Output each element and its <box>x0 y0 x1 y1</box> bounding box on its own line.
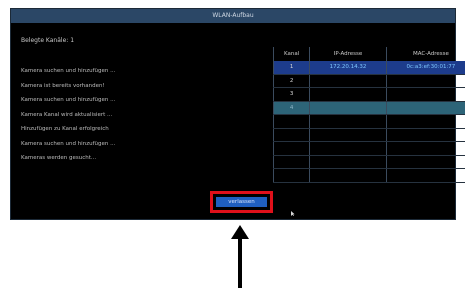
cell-ip: 172.20.14.32 <box>309 61 387 75</box>
log-line: Kameras werden gesucht... <box>21 155 97 161</box>
cell-ip <box>309 155 387 169</box>
cell-mac <box>385 168 465 183</box>
cell-ip <box>309 101 387 115</box>
wlan-dialog: WLAN-Aufbau Belegte Kanäle: 1 Kamera suc… <box>10 8 465 220</box>
table-row[interactable]: 1 172.20.14.32 0c:a3:ef:30:01:77 <box>272 61 465 75</box>
cell-kanal: 4 <box>272 101 310 115</box>
header-ip: IP-Adresse <box>309 47 387 61</box>
cell-mac <box>385 128 465 142</box>
table-row[interactable] <box>272 155 465 169</box>
cell-kanal <box>272 114 310 129</box>
cell-kanal <box>272 155 310 169</box>
log-line: Kamera Kanal wird aktualisiert ... <box>21 111 113 118</box>
cell-ip <box>309 114 387 129</box>
status-log: Kamera suchen und hinzufügen ... Kamera … <box>21 64 271 166</box>
cell-ip <box>309 168 387 183</box>
cell-ip <box>309 74 387 88</box>
table-row[interactable] <box>272 141 465 156</box>
cell-ip <box>309 87 387 102</box>
cell-ip <box>309 128 387 142</box>
cell-kanal <box>272 141 310 156</box>
cell-mac <box>385 101 465 115</box>
cell-kanal: 3 <box>272 87 310 102</box>
table-row[interactable]: 3 <box>272 87 465 102</box>
cell-kanal: 2 <box>272 74 310 88</box>
cell-mac <box>385 87 465 102</box>
cell-kanal <box>272 128 310 142</box>
occupied-channels-label: Belegte Kanäle: 1 <box>21 37 75 44</box>
log-line: Kamera suchen und hinzufügen ... <box>21 97 116 103</box>
up-arrow-icon <box>231 225 249 288</box>
cell-mac: 0c:a3:ef:30:01:77 <box>385 61 465 75</box>
log-line: Kamera suchen und hinzufügen ... <box>21 140 116 147</box>
header-kanal: Kanal <box>272 47 310 61</box>
log-line: Kamera suchen und hinzufügen ... <box>21 68 116 74</box>
header-mac: MAC-Adresse <box>385 47 465 61</box>
table-row[interactable]: 2 <box>272 74 465 88</box>
cell-ip <box>309 141 387 156</box>
cell-kanal <box>272 168 310 183</box>
cell-kanal: 1 <box>272 61 310 75</box>
log-line: Hinzufügen zu Kanal erfolgreich <box>21 126 109 132</box>
cell-mac <box>385 74 465 88</box>
cell-mac <box>385 155 465 169</box>
log-line: Kamera ist bereits vorhanden! <box>21 82 105 89</box>
mouse-pointer-icon <box>291 211 295 216</box>
table-row[interactable] <box>272 128 465 142</box>
exit-button[interactable]: verlassen <box>216 197 267 207</box>
table-row[interactable] <box>272 114 465 129</box>
exit-button-highlight: verlassen <box>210 191 273 213</box>
cell-mac <box>385 141 465 156</box>
table-row[interactable] <box>272 168 465 183</box>
camera-table: Kanal IP-Adresse MAC-Adresse 1 172.20.14… <box>272 47 465 183</box>
table-row[interactable]: 4 <box>272 101 465 115</box>
cell-mac <box>385 114 465 129</box>
dialog-title: WLAN-Aufbau <box>11 9 455 23</box>
